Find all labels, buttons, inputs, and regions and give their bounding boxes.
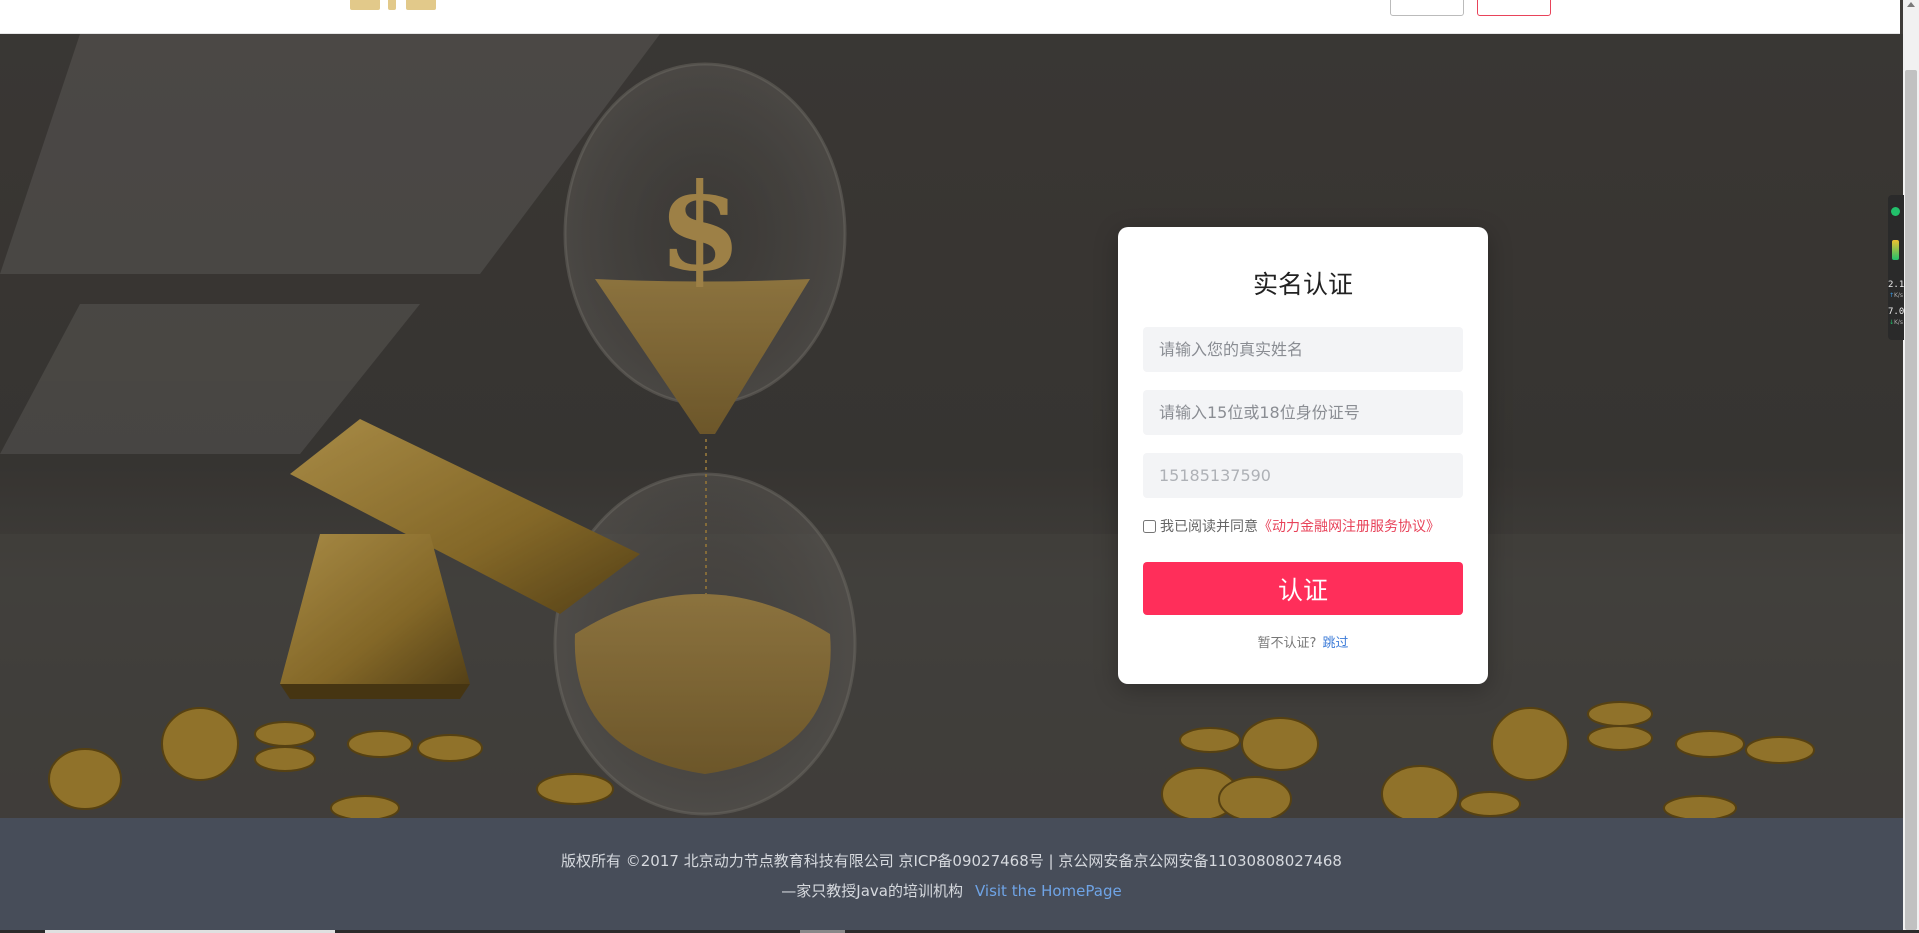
agree-checkbox[interactable] <box>1143 519 1156 533</box>
real-name-input[interactable] <box>1143 327 1463 372</box>
skip-link[interactable]: 跳过 <box>1322 636 1348 651</box>
agreement-row: 我已阅读并同意 《动力金融网注册服务协议》 <box>1143 517 1440 535</box>
upload-speed: 2.1 <box>1888 280 1905 290</box>
scroll-thumb[interactable] <box>1905 70 1917 930</box>
site-footer: 版权所有 ©2017 北京动力节点教育科技有限公司 京ICP备09027468号… <box>0 818 1903 930</box>
auth-card: 实名认证 我已阅读并同意《动力金融网注册服务协议》 认证 暂不认证? 跳过 <box>1118 227 1488 684</box>
download-unit: ↓K/s <box>1888 319 1904 326</box>
homepage-link[interactable]: Visit the HomePage <box>975 882 1122 900</box>
id-number-input[interactable] <box>1143 390 1463 435</box>
phone-field <box>1143 453 1463 498</box>
register-button[interactable] <box>1477 0 1551 16</box>
agree-text: 我已阅读并同意 <box>1160 519 1258 535</box>
network-speed-widget[interactable]: 2.1 ↑K/s 7.0 ↓K/s <box>1888 195 1904 340</box>
scroll-up-icon[interactable] <box>1907 2 1915 7</box>
status-dot <box>1891 207 1900 216</box>
footer-slogan-row: —家只教授Java的培训机构 Visit the HomePage <box>0 880 1903 901</box>
page-scrollbar[interactable] <box>1903 0 1919 933</box>
copyright-text: 版权所有 ©2017 北京动力节点教育科技有限公司 京ICP备09027468号… <box>561 852 1342 870</box>
verify-button[interactable]: 认证 <box>1143 562 1463 615</box>
download-speed: 7.0 <box>1888 307 1905 317</box>
slogan-text: —家只教授Java的培训机构 <box>781 882 963 900</box>
hero-banner: $ 实名认证 请输入您的真实姓名 请输入15位或18位身份证号 15185137… <box>0 34 1903 818</box>
agreement-link[interactable]: 《动力金融网注册服务协议》 <box>1258 516 1440 536</box>
card-title: 实名认证 <box>1252 270 1353 299</box>
top-header <box>0 0 1900 34</box>
skip-text: 暂不认证? <box>1257 636 1317 651</box>
site-logo[interactable] <box>350 0 446 12</box>
upload-unit: ↑K/s <box>1888 292 1904 299</box>
login-button[interactable] <box>1390 0 1464 16</box>
hero-illustration: $ <box>0 34 1903 818</box>
skip-row: 暂不认证? 跳过 <box>1118 632 1488 651</box>
usage-bar <box>1892 240 1899 260</box>
